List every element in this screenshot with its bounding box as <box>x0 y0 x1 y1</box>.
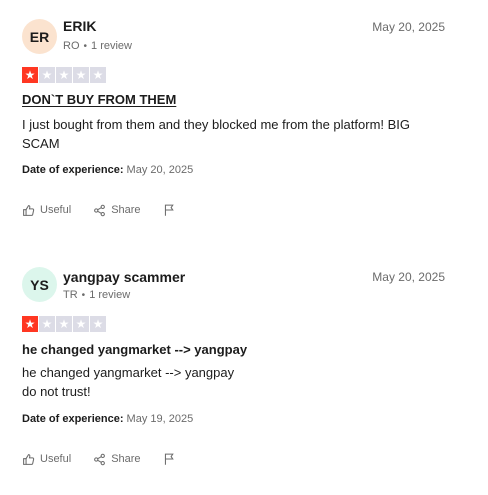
reviewer-meta: TR • 1 review <box>63 289 130 301</box>
review-title[interactable]: he changed yangmarket --> yangpay <box>22 342 247 357</box>
share-button[interactable]: Share <box>93 453 141 466</box>
reviewer-country: TR <box>63 289 78 301</box>
review-body: I just bought from them and they blocked… <box>22 117 411 151</box>
review-body-line: he changed yangmarket --> yangpay <box>22 365 235 380</box>
experience-date: May 19, 2025 <box>126 413 194 425</box>
share-label: Share <box>111 204 141 216</box>
avatar[interactable]: ER <box>22 19 57 54</box>
experience-label: Date of experience: <box>22 164 124 176</box>
share-label: Share <box>111 453 141 465</box>
share-icon <box>94 453 106 465</box>
date-of-experience: Date of experience: May 19, 2025 <box>22 413 193 425</box>
star-icon: ★ <box>22 316 38 332</box>
star-icon: ★ <box>90 316 106 332</box>
separator-dot: • <box>83 40 88 52</box>
star-rating: ★ ★ ★ ★ ★ <box>22 67 106 83</box>
star-icon: ★ <box>56 316 72 332</box>
review-actions: Useful Share <box>22 203 198 217</box>
reviewer-name[interactable]: yangpay scammer <box>63 269 185 285</box>
useful-button[interactable]: Useful <box>22 453 71 466</box>
reviewer-meta: RO • 1 review <box>63 40 132 52</box>
share-icon <box>94 204 106 216</box>
reviewer-country: RO <box>63 40 80 52</box>
flag-icon <box>164 204 174 216</box>
reviewer-name[interactable]: ERIK <box>63 18 96 34</box>
star-icon: ★ <box>73 316 89 332</box>
star-icon: ★ <box>73 67 89 83</box>
review-body-line: do not trust! <box>22 384 91 399</box>
useful-button[interactable]: Useful <box>22 204 71 217</box>
report-button[interactable] <box>163 203 176 217</box>
star-icon: ★ <box>39 67 55 83</box>
report-button[interactable] <box>163 452 176 466</box>
star-icon: ★ <box>90 67 106 83</box>
experience-date: May 20, 2025 <box>126 164 194 176</box>
star-rating: ★ ★ ★ ★ ★ <box>22 316 106 332</box>
star-icon: ★ <box>22 67 38 83</box>
review-actions: Useful Share <box>22 452 198 466</box>
star-icon: ★ <box>56 67 72 83</box>
review-date: May 20, 2025 <box>372 20 445 34</box>
experience-label: Date of experience: <box>22 413 124 425</box>
separator-dot: • <box>81 289 86 301</box>
share-button[interactable]: Share <box>93 204 141 217</box>
review-count: 1 review <box>89 289 131 301</box>
thumbs-up-icon <box>23 453 35 465</box>
flag-icon <box>164 453 174 465</box>
review-date: May 20, 2025 <box>372 270 445 284</box>
star-icon: ★ <box>39 316 55 332</box>
useful-label: Useful <box>40 453 72 465</box>
thumbs-up-icon <box>23 204 35 216</box>
review-count: 1 review <box>91 40 132 52</box>
date-of-experience: Date of experience: May 20, 2025 <box>22 164 193 176</box>
review-title[interactable]: DON`T BUY FROM THEM <box>22 92 176 107</box>
avatar[interactable]: YS <box>22 267 57 302</box>
useful-label: Useful <box>40 204 72 216</box>
review-body: he changed yangmarket --> yangpay do not… <box>22 363 442 401</box>
